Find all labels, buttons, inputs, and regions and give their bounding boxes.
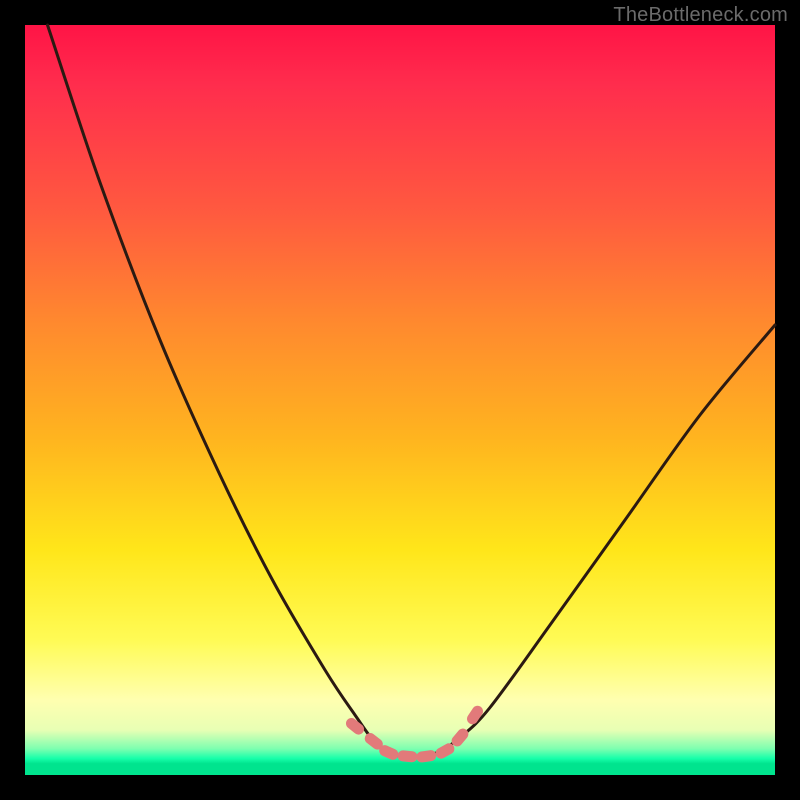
minimum-markers <box>344 704 485 764</box>
watermark-text: TheBottleneck.com <box>613 4 788 27</box>
minimum-marker <box>416 749 437 763</box>
bottleneck-curve-path <box>48 25 776 757</box>
curve-layer <box>25 25 775 775</box>
minimum-marker <box>344 716 366 737</box>
gradient-plot-area <box>25 25 775 775</box>
bottleneck-curve <box>48 25 776 757</box>
minimum-marker <box>397 750 418 763</box>
chart-stage: TheBottleneck.com <box>0 0 800 800</box>
